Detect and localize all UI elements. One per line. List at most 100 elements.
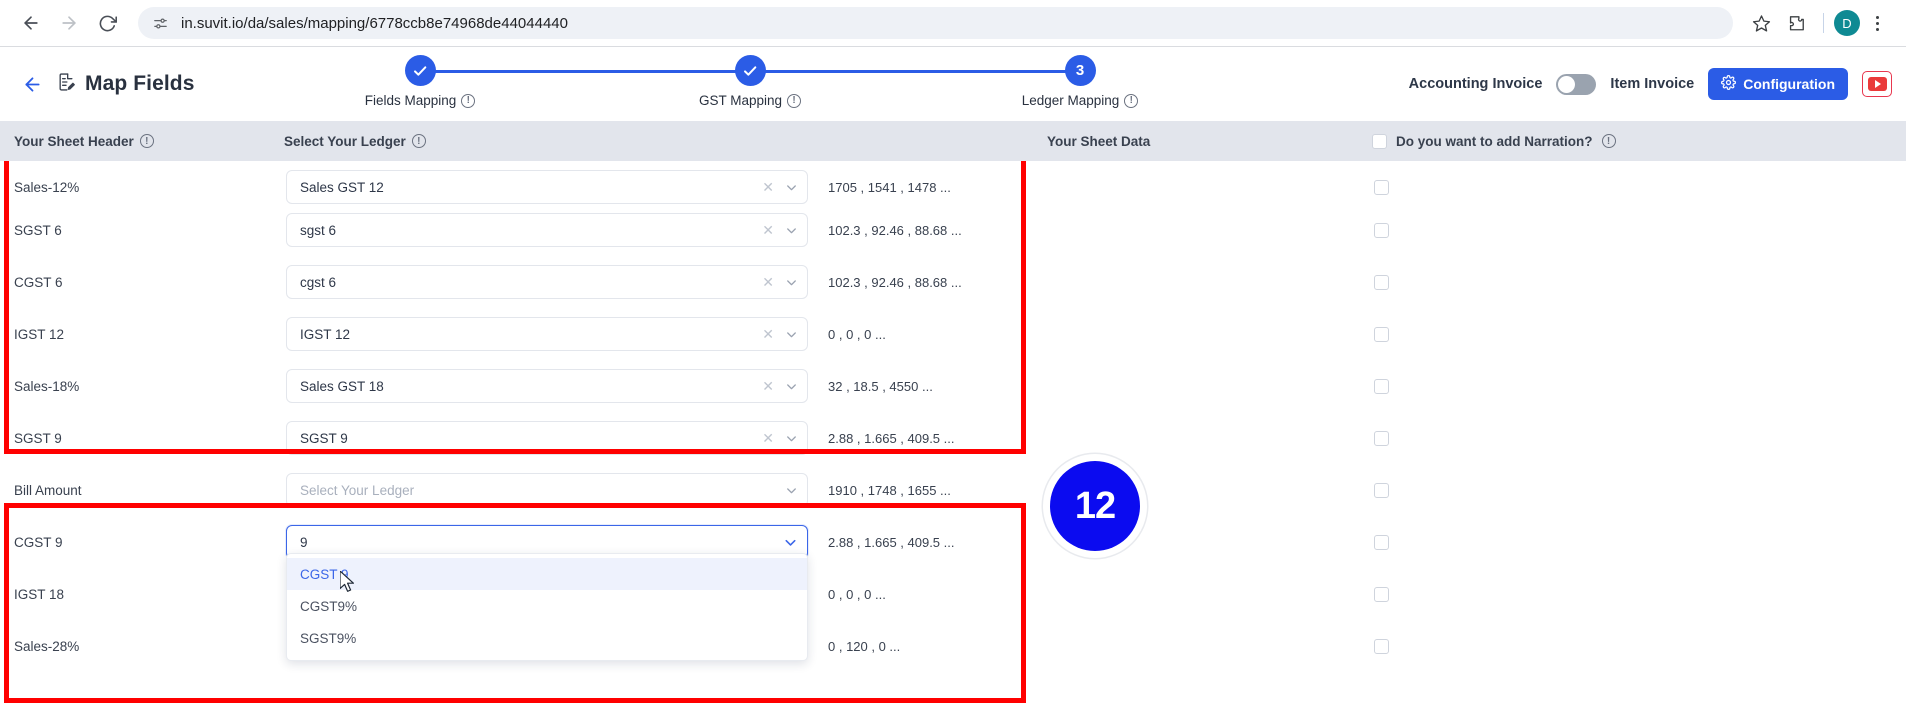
column-label: Do you want to add Narration? [1396,133,1593,149]
browser-back-button[interactable] [14,6,48,40]
column-add-narration: Do you want to add Narration? ! [1372,133,1616,149]
ledger-select[interactable]: IGST 12 ✕ [286,317,808,351]
mapping-table: Sales-12% Sales GST 12 ✕ 1705 , 1541 , 1… [0,161,1906,706]
narration-checkbox[interactable] [1374,378,1389,394]
narration-checkbox[interactable] [1374,586,1389,602]
row-sheet-header: IGST 18 [14,586,65,602]
step-node-2[interactable] [734,55,766,86]
table-row: Bill Amount Select Your Ledger 1910 , 17… [0,464,1906,516]
configuration-button[interactable]: Configuration [1708,68,1848,100]
dropdown-option-cgst-9[interactable]: CGST 9 [287,558,807,590]
table-row: CGST 6 cgst 6 ✕ 102.3 , 92.46 , 88.68 ..… [0,256,1906,308]
step-label-1: Fields Mapping [364,93,457,108]
row-sheet-header: Bill Amount [14,482,82,498]
puzzle-icon[interactable] [1779,6,1813,40]
browser-toolbar: in.suvit.io/da/sales/mapping/6778ccb8e74… [0,0,1906,46]
row-sheet-data: 1910 , 1748 , 1655 ... [828,482,951,498]
dropdown-option-sgst9pct[interactable]: SGST9% [287,622,807,654]
page-title-group: Map Fields [56,72,195,97]
ledger-select[interactable]: Sales GST 12 ✕ [286,170,808,204]
clear-icon[interactable]: ✕ [762,379,774,393]
clear-icon[interactable]: ✕ [762,431,774,445]
ledger-select[interactable]: Select Your Ledger [286,473,808,507]
youtube-icon [1867,77,1887,91]
ledger-select[interactable]: SGST 9 ✕ [286,421,808,455]
chevron-down-icon[interactable] [784,379,799,394]
chevron-down-icon[interactable] [784,327,799,342]
ledger-select[interactable]: sgst 6 ✕ [286,213,808,247]
info-icon[interactable]: ! [787,93,802,108]
info-icon[interactable]: ! [139,134,154,148]
ledger-value: IGST 12 [300,326,351,342]
step-node-3[interactable]: 3 [1064,55,1096,86]
column-your-sheet-header: Your Sheet Header ! [14,134,154,149]
ledger-value: sgst 6 [300,222,337,238]
ledger-select[interactable]: Sales GST 18 ✕ [286,369,808,403]
avatar[interactable]: D [1834,10,1860,36]
clear-icon[interactable]: ✕ [762,327,774,341]
dropdown-option-cgst9pct[interactable]: CGST9% [287,590,807,622]
narration-checkbox[interactable] [1374,179,1389,195]
browser-reload-button[interactable] [90,6,124,40]
page-title: Map Fields [85,72,195,95]
info-icon[interactable]: ! [1601,134,1616,148]
browser-forward-button[interactable] [52,6,86,40]
row-sheet-data: 102.3 , 92.46 , 88.68 ... [828,274,962,290]
row-sheet-header: Sales-28% [14,638,80,654]
ledger-select[interactable]: cgst 6 ✕ [286,265,808,299]
star-icon[interactable] [1745,7,1777,39]
chevron-down-icon[interactable] [784,275,799,290]
app-back-button[interactable] [16,68,48,100]
clear-icon[interactable]: ✕ [762,275,774,289]
accounting-invoice-label: Accounting Invoice [1408,76,1543,92]
step-gst-mapping[interactable]: GST Mapping ! [675,55,825,108]
chevron-down-icon[interactable] [782,534,799,551]
narration-checkbox[interactable] [1374,222,1389,238]
narration-checkbox[interactable] [1374,326,1389,342]
narration-checkbox[interactable] [1374,638,1389,654]
chevron-down-icon[interactable] [784,180,799,195]
omnibox[interactable]: in.suvit.io/da/sales/mapping/6778ccb8e74… [138,7,1733,39]
ledger-value: SGST 9 [300,430,348,446]
narration-select-all-checkbox[interactable] [1372,133,1387,149]
row-sheet-data: 32 , 18.5 , 4550 ... [828,378,933,394]
column-label: Your Sheet Header [14,133,134,149]
url-text: in.suvit.io/da/sales/mapping/6778ccb8e74… [181,14,568,32]
ledger-search-input[interactable]: 9 [300,535,782,550]
narration-checkbox[interactable] [1374,482,1389,498]
narration-checkbox[interactable] [1374,274,1389,290]
row-sheet-header: SGST 6 [14,222,62,238]
row-sheet-data: 0 , 0 , 0 ... [828,326,886,342]
clear-icon[interactable]: ✕ [762,223,774,237]
narration-checkbox[interactable] [1374,534,1389,550]
clear-icon[interactable]: ✕ [762,180,774,194]
ledger-placeholder: Select Your Ledger [300,482,415,498]
youtube-help-button[interactable] [1862,71,1892,97]
narration-checkbox[interactable] [1374,430,1389,446]
info-icon[interactable]: ! [411,134,426,148]
invoice-type-toggle[interactable] [1556,73,1597,95]
info-icon[interactable]: ! [461,93,476,108]
info-icon[interactable]: ! [1124,93,1139,108]
chevron-down-icon[interactable] [784,223,799,238]
document-edit-icon [56,72,76,97]
row-sheet-data: 102.3 , 92.46 , 88.68 ... [828,222,962,238]
kebab-menu-icon[interactable] [1862,8,1892,38]
row-sheet-data: 0 , 0 , 0 ... [828,586,886,602]
table-row: SGST 9 SGST 9 ✕ 2.88 , 1.665 , 409.5 ... [0,412,1906,464]
row-sheet-data: 0 , 120 , 0 ... [828,638,901,654]
site-settings-icon[interactable] [152,15,169,32]
toolbar-actions: D [1745,6,1892,40]
ledger-dropdown-menu[interactable]: CGST 9 CGST9% SGST9% [286,553,808,661]
toggle-knob [1558,75,1576,93]
chevron-down-icon[interactable] [784,431,799,446]
step-fields-mapping[interactable]: Fields Mapping ! [345,55,495,108]
step-ledger-mapping[interactable]: 3 Ledger Mapping ! [1005,55,1155,108]
header-actions: Accounting Invoice Item Invoice Configur… [1408,68,1892,100]
toolbar-divider [1823,13,1824,33]
chevron-down-icon[interactable] [784,483,799,498]
row-sheet-header: CGST 6 [14,274,63,290]
configuration-label: Configuration [1743,76,1835,92]
step-node-1[interactable] [404,55,436,86]
stepper: Fields Mapping ! GST Mapping ! 3 Ledger … [365,55,1139,119]
